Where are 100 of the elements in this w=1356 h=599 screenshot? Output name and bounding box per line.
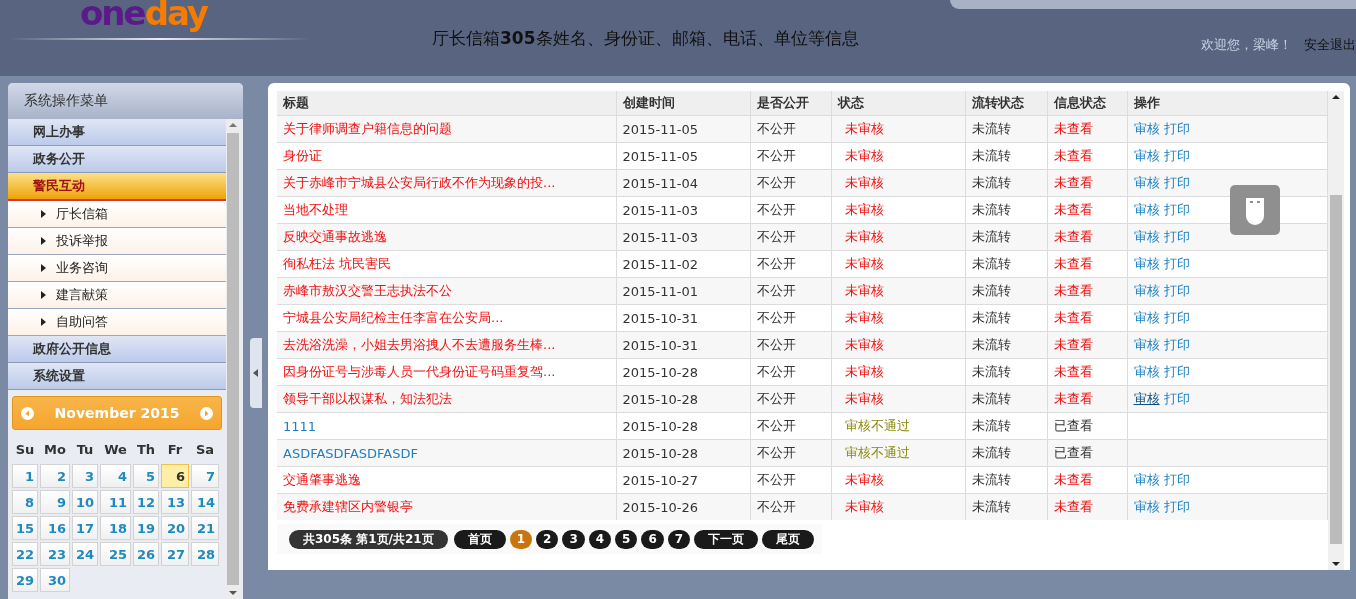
message-title-link[interactable]: 关于赤峰市宁城县公安局行政不作为现象的投... — [283, 175, 556, 190]
calendar-day[interactable]: 21 — [191, 516, 219, 540]
page-button[interactable]: 尾页 — [762, 529, 815, 549]
usb-icon[interactable] — [1230, 185, 1280, 235]
calendar-day[interactable]: 6 — [161, 464, 189, 488]
action-link[interactable]: 审核 — [1133, 175, 1160, 190]
action-link[interactable]: 审核 — [1133, 391, 1160, 406]
action-link[interactable]: 审核 — [1133, 499, 1160, 514]
action-link[interactable]: 打印 — [1163, 337, 1190, 352]
message-title-link[interactable]: 宁城县公安局纪检主任李富在公安局... — [283, 310, 504, 325]
message-title-link[interactable]: 领导干部以权谋私，知法犯法 — [283, 391, 452, 406]
action-link[interactable]: 打印 — [1163, 229, 1190, 244]
collapse-handle[interactable] — [250, 338, 262, 408]
message-title-link[interactable]: 关于律师调查户籍信息的问题 — [283, 121, 452, 136]
action-link[interactable]: 审核 — [1133, 310, 1160, 325]
action-link[interactable]: 审核 — [1133, 121, 1160, 136]
menu-item[interactable]: 自助问答 — [8, 309, 226, 336]
calendar-day[interactable]: 2 — [40, 464, 70, 488]
page-button[interactable]: 下一页 — [694, 529, 759, 549]
scrollbar[interactable] — [1328, 91, 1344, 570]
action-link[interactable]: 审核 — [1133, 364, 1160, 379]
calendar-day[interactable]: 26 — [133, 542, 159, 566]
action-link[interactable]: 审核 — [1133, 202, 1160, 217]
action-link[interactable]: 打印 — [1163, 121, 1190, 136]
action-link[interactable]: 审核 — [1133, 337, 1160, 352]
action-link[interactable]: 打印 — [1163, 202, 1190, 217]
menu-section[interactable]: 系统设置 — [8, 363, 226, 390]
page-button[interactable]: 首页 — [453, 529, 506, 549]
message-title-link[interactable]: 反映交通事故逃逸 — [283, 229, 387, 244]
action-link[interactable]: 打印 — [1163, 499, 1190, 514]
action-link[interactable]: 打印 — [1163, 256, 1190, 271]
message-title-link[interactable]: 免费承建辖区内警银亭 — [283, 499, 413, 514]
message-title-link[interactable]: 当地不处理 — [283, 202, 348, 217]
action-link[interactable]: 打印 — [1163, 283, 1190, 298]
calendar-day[interactable]: 27 — [161, 542, 189, 566]
action-link[interactable]: 打印 — [1163, 310, 1190, 325]
message-title-link[interactable]: 徇私枉法 坑民害民 — [283, 256, 392, 271]
calendar-day[interactable]: 5 — [133, 464, 159, 488]
menu-section[interactable]: 政府公开信息 — [8, 336, 226, 363]
triangle-icon — [41, 264, 46, 272]
action-link[interactable]: 审核 — [1133, 256, 1160, 271]
menu-section[interactable]: 网上办事 — [8, 119, 226, 146]
calendar-day[interactable]: 4 — [100, 464, 131, 488]
calendar-day[interactable]: 14 — [191, 490, 219, 514]
calendar-day[interactable]: 28 — [191, 542, 219, 566]
previous-icon[interactable] — [21, 406, 34, 420]
message-title-link[interactable]: ASDFASDFASDFASDF — [283, 445, 418, 461]
page-button[interactable]: 2 — [536, 529, 559, 549]
calendar-day[interactable]: 8 — [12, 490, 38, 514]
calendar-day[interactable]: 13 — [161, 490, 189, 514]
action-link[interactable]: 审核 — [1133, 472, 1160, 487]
action-link[interactable]: 打印 — [1163, 148, 1190, 163]
calendar-day[interactable]: 23 — [40, 542, 70, 566]
logout-link[interactable]: 安全退出 — [1304, 36, 1356, 54]
menu-section[interactable]: 警民互动 — [8, 173, 226, 201]
calendar-day[interactable]: 29 — [12, 568, 38, 592]
page-button[interactable]: 3 — [562, 529, 585, 549]
calendar-day[interactable]: 18 — [100, 516, 131, 540]
calendar-day[interactable]: 17 — [72, 516, 98, 540]
page-button[interactable]: 4 — [588, 529, 612, 549]
calendar-day[interactable]: 15 — [12, 516, 38, 540]
menu-item[interactable]: 建言献策 — [8, 282, 226, 309]
message-title-link[interactable]: 1111 — [283, 418, 317, 434]
action-link[interactable]: 审核 — [1133, 148, 1160, 163]
message-title-link[interactable]: 赤峰市敖汉交警王志执法不公 — [283, 283, 452, 298]
message-title-link[interactable]: 交通肇事逃逸 — [283, 472, 361, 487]
action-link[interactable]: 打印 — [1163, 472, 1190, 487]
calendar-day[interactable]: 7 — [191, 464, 219, 488]
action-link[interactable]: 审核 — [1133, 283, 1160, 298]
calendar-day[interactable]: 25 — [100, 542, 131, 566]
menu-item[interactable]: 业务咨询 — [8, 255, 226, 282]
page-button[interactable]: 7 — [667, 529, 691, 549]
menu-section[interactable]: 政务公开 — [8, 146, 226, 173]
message-title-link[interactable]: 去洗浴洗澡，小姐去男浴拽人不去遭服务生棒... — [283, 337, 556, 352]
calendar-day[interactable]: 11 — [100, 490, 131, 514]
calendar-day[interactable]: 12 — [133, 490, 159, 514]
calendar-day[interactable]: 10 — [72, 490, 98, 514]
message-title-link[interactable]: 因身份证号与涉毒人员一代身份证号码重复驾... — [283, 364, 556, 379]
calendar-day[interactable]: 22 — [12, 542, 38, 566]
calendar-day[interactable]: 16 — [40, 516, 70, 540]
calendar-day[interactable]: 19 — [133, 516, 159, 540]
action-link[interactable]: 打印 — [1163, 364, 1190, 379]
menu-item[interactable]: 厅长信箱 — [8, 201, 226, 228]
next-icon[interactable] — [200, 406, 213, 420]
calendar-day[interactable]: 9 — [40, 490, 70, 514]
message-title-link[interactable]: 身份证 — [283, 148, 322, 163]
calendar-day[interactable]: 1 — [12, 464, 38, 488]
action-link[interactable]: 审核 — [1133, 229, 1160, 244]
menu-item[interactable]: 投诉举报 — [8, 228, 226, 255]
calendar-day[interactable]: 24 — [72, 542, 98, 566]
page-button[interactable]: 5 — [615, 529, 638, 549]
scrollbar[interactable] — [226, 119, 240, 599]
action-link[interactable]: 打印 — [1163, 391, 1190, 406]
action-link[interactable]: 打印 — [1163, 175, 1190, 190]
weekday-label: Fr — [166, 440, 184, 459]
page-button[interactable]: 1 — [509, 529, 533, 549]
calendar-day[interactable]: 3 — [72, 464, 98, 488]
page-button[interactable]: 6 — [641, 529, 664, 549]
calendar-day[interactable]: 20 — [161, 516, 189, 540]
calendar-day[interactable]: 30 — [40, 568, 70, 592]
